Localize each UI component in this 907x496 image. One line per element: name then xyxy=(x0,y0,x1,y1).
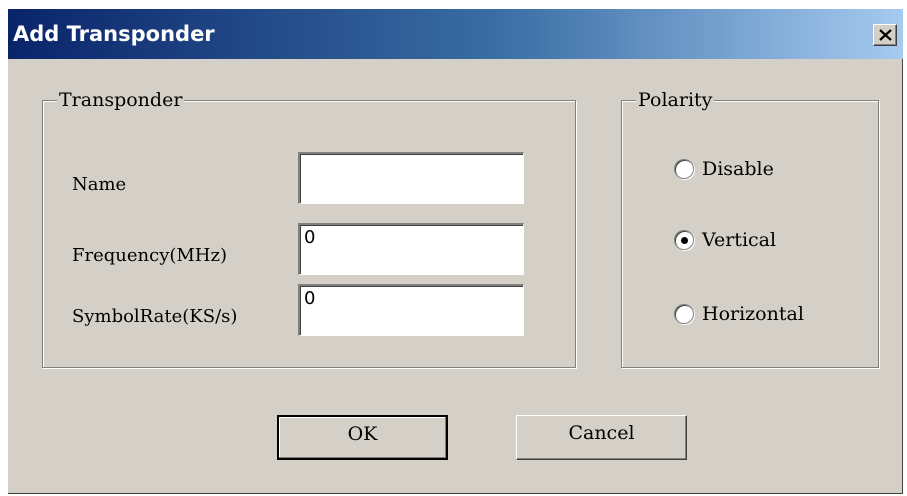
add-transponder-dialog: Add Transponder Transponder Name Frequen… xyxy=(8,9,903,494)
radio-disable-label[interactable]: Disable xyxy=(702,158,774,180)
cancel-button-label: Cancel xyxy=(568,422,635,444)
radio-vertical-label[interactable]: Vertical xyxy=(702,229,776,251)
ok-button[interactable]: OK xyxy=(277,415,448,460)
symbolrate-input[interactable]: 0 xyxy=(298,284,524,336)
radio-horizontal-circle[interactable] xyxy=(674,304,694,324)
polarity-groupbox: Polarity Disable Vertical Horizontal xyxy=(621,89,879,368)
frequency-label: Frequency(MHz) xyxy=(72,245,228,266)
ok-button-label: OK xyxy=(347,423,378,445)
title-bar[interactable]: Add Transponder xyxy=(8,9,903,59)
window-title: Add Transponder xyxy=(13,22,215,46)
radio-vertical-circle[interactable] xyxy=(674,230,694,250)
name-input[interactable] xyxy=(298,152,524,204)
radio-selected-dot xyxy=(681,237,688,244)
radio-disable[interactable]: Disable xyxy=(674,158,844,182)
cancel-button[interactable]: Cancel xyxy=(516,415,687,460)
transponder-group-legend: Transponder xyxy=(57,89,185,111)
radio-horizontal-label[interactable]: Horizontal xyxy=(702,303,804,325)
frequency-input[interactable]: 0 xyxy=(298,223,524,275)
radio-horizontal[interactable]: Horizontal xyxy=(674,303,864,327)
close-button[interactable] xyxy=(873,24,897,46)
symbolrate-label: SymbolRate(KS/s) xyxy=(72,306,238,327)
close-icon xyxy=(879,29,892,41)
transponder-groupbox: Transponder Name Frequency(MHz) 0 Symbol… xyxy=(42,89,576,368)
polarity-group-legend: Polarity xyxy=(636,89,715,111)
radio-vertical[interactable]: Vertical xyxy=(674,229,844,253)
name-label: Name xyxy=(72,174,127,195)
radio-disable-circle[interactable] xyxy=(674,159,694,179)
